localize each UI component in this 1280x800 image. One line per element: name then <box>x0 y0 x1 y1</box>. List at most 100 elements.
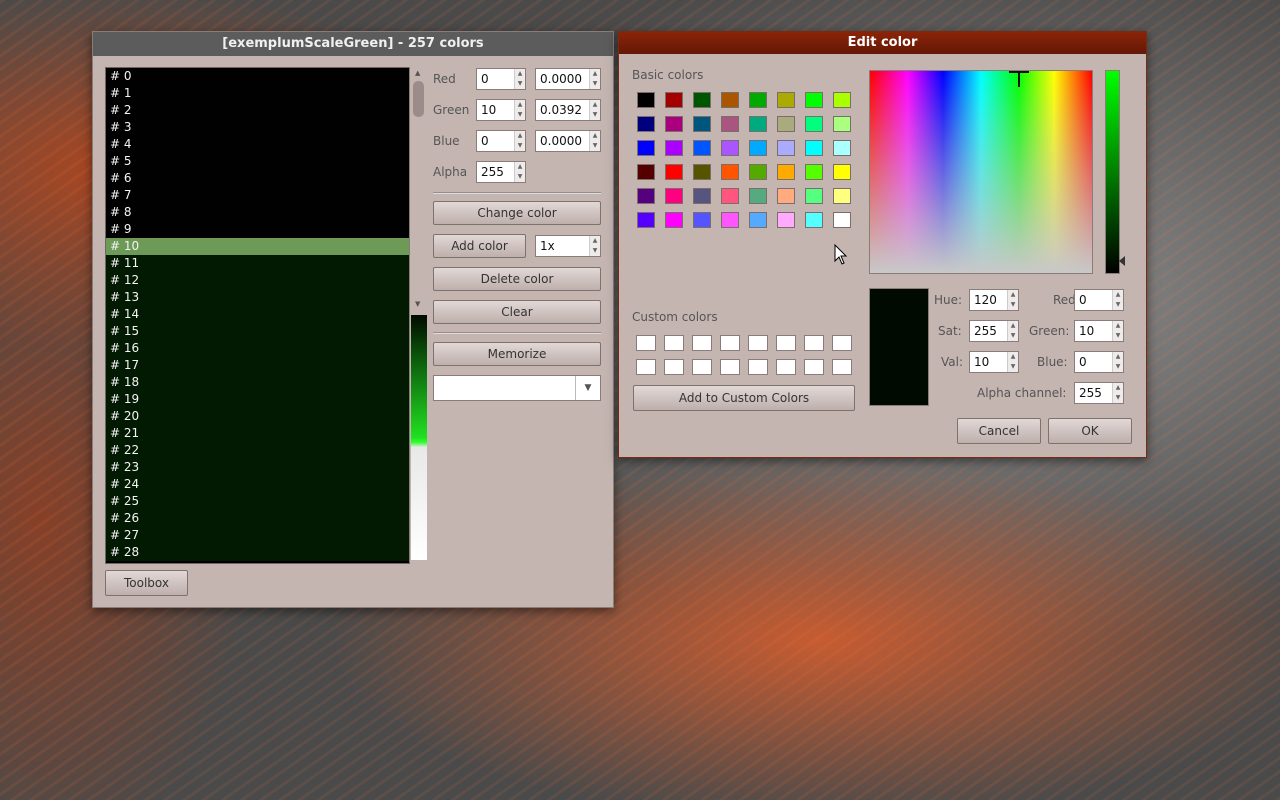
color-list-item[interactable]: # 15 <box>106 323 409 340</box>
basic-color-swatch[interactable] <box>777 92 795 108</box>
color-list-scrollbar[interactable]: ▲ ▼ <box>409 67 428 562</box>
basic-color-swatch[interactable] <box>749 140 767 156</box>
custom-color-slot[interactable] <box>664 359 684 375</box>
spin-arrows-icon[interactable]: ▲ ▼ <box>514 162 525 182</box>
basic-color-swatch[interactable] <box>693 212 711 228</box>
spin-arrows-icon[interactable]: ▲ ▼ <box>1112 321 1123 341</box>
basic-color-swatch[interactable] <box>805 164 823 180</box>
chevron-down-icon[interactable]: ▼ <box>575 376 600 400</box>
basic-color-swatch[interactable] <box>721 116 739 132</box>
spin-arrows-icon[interactable]: ▲ ▼ <box>589 236 600 256</box>
spin-arrows-icon[interactable]: ▲ ▼ <box>514 69 525 89</box>
basic-color-swatch[interactable] <box>833 164 851 180</box>
color-list-item[interactable]: # 6 <box>106 170 409 187</box>
basic-color-swatch[interactable] <box>665 116 683 132</box>
basic-color-swatch[interactable] <box>693 164 711 180</box>
basic-color-swatch[interactable] <box>721 140 739 156</box>
basic-color-swatch[interactable] <box>665 164 683 180</box>
basic-color-swatch[interactable] <box>693 188 711 204</box>
color-list-item[interactable]: # 8 <box>106 204 409 221</box>
scroll-up-icon[interactable]: ▲ <box>415 69 420 77</box>
color-list-item[interactable]: # 21 <box>106 425 409 442</box>
color-list-item[interactable]: # 28 <box>106 544 409 561</box>
alpha-channel-spinbox[interactable]: 255 ▲ ▼ <box>1074 382 1124 404</box>
hue-saturation-picker[interactable] <box>869 70 1093 274</box>
basic-color-swatch[interactable] <box>693 140 711 156</box>
blue-spinbox[interactable]: 0 ▲ ▼ <box>476 130 526 152</box>
red-spinbox[interactable]: 0 ▲ ▼ <box>476 68 526 90</box>
green-spinbox[interactable]: 10 ▲ ▼ <box>476 99 526 121</box>
basic-color-swatch[interactable] <box>637 188 655 204</box>
color-list-item[interactable]: # 9 <box>106 221 409 238</box>
dialog-red-spinbox[interactable]: 0 ▲ ▼ <box>1074 289 1124 311</box>
color-list-item[interactable]: # 26 <box>106 510 409 527</box>
basic-color-swatch[interactable] <box>693 116 711 132</box>
basic-color-swatch[interactable] <box>777 140 795 156</box>
basic-color-swatch[interactable] <box>693 92 711 108</box>
color-list-item[interactable]: # 4 <box>106 136 409 153</box>
basic-color-swatch[interactable] <box>749 188 767 204</box>
val-spinbox[interactable]: 10 ▲ ▼ <box>969 351 1019 373</box>
color-list-item[interactable]: # 25 <box>106 493 409 510</box>
basic-color-swatch[interactable] <box>749 92 767 108</box>
color-list-item[interactable]: # 27 <box>106 527 409 544</box>
custom-color-slot[interactable] <box>804 335 824 351</box>
basic-color-swatch[interactable] <box>637 140 655 156</box>
value-slider-handle-icon[interactable] <box>1119 256 1125 266</box>
spin-arrows-icon[interactable]: ▲ ▼ <box>514 131 525 151</box>
color-list-item[interactable]: # 0 <box>106 68 409 85</box>
color-list-item[interactable]: # 17 <box>106 357 409 374</box>
basic-color-swatch[interactable] <box>637 164 655 180</box>
custom-color-slot[interactable] <box>692 335 712 351</box>
custom-color-slot[interactable] <box>636 359 656 375</box>
scroll-down-icon[interactable]: ▼ <box>415 300 420 308</box>
green-float-spinbox[interactable]: 0.0392 ▲ ▼ <box>535 99 601 121</box>
basic-color-swatch[interactable] <box>665 92 683 108</box>
basic-color-swatch[interactable] <box>777 164 795 180</box>
basic-color-swatch[interactable] <box>805 140 823 156</box>
basic-color-swatch[interactable] <box>721 92 739 108</box>
basic-color-swatch[interactable] <box>833 140 851 156</box>
basic-color-swatch[interactable] <box>777 212 795 228</box>
hue-spinbox[interactable]: 120 ▲ ▼ <box>969 289 1019 311</box>
toolbox-button[interactable]: Toolbox <box>105 570 188 596</box>
alpha-spinbox[interactable]: 255 ▲ ▼ <box>476 161 526 183</box>
add-color-button[interactable]: Add color <box>433 234 526 258</box>
basic-color-swatch[interactable] <box>749 164 767 180</box>
basic-color-swatch[interactable] <box>833 92 851 108</box>
change-color-button[interactable]: Change color <box>433 201 601 225</box>
basic-color-swatch[interactable] <box>721 188 739 204</box>
basic-color-swatch[interactable] <box>833 188 851 204</box>
spin-arrows-icon[interactable]: ▲ ▼ <box>589 131 600 151</box>
spin-arrows-icon[interactable]: ▲ ▼ <box>1007 321 1018 341</box>
custom-color-slot[interactable] <box>692 359 712 375</box>
custom-color-slot[interactable] <box>776 335 796 351</box>
red-float-spinbox[interactable]: 0.0000 ▲ ▼ <box>535 68 601 90</box>
basic-color-swatch[interactable] <box>637 212 655 228</box>
color-list-item[interactable]: # 18 <box>106 374 409 391</box>
color-list[interactable]: # 0 # 1 # 2 # 3 # 4 # 5 # 6 # 7 # 8 # 9 # 10 # 11 # … <box>105 67 410 564</box>
blue-float-spinbox[interactable]: 0.0000 ▲ ▼ <box>535 130 601 152</box>
dialog-blue-spinbox[interactable]: 0 ▲ ▼ <box>1074 351 1124 373</box>
spin-arrows-icon[interactable]: ▲ ▼ <box>1112 352 1123 372</box>
custom-color-slot[interactable] <box>804 359 824 375</box>
color-list-item[interactable]: # 7 <box>106 187 409 204</box>
cancel-button[interactable]: Cancel <box>957 418 1041 444</box>
color-list-item[interactable]: # 22 <box>106 442 409 459</box>
custom-color-slot[interactable] <box>776 359 796 375</box>
color-list-item[interactable]: # 20 <box>106 408 409 425</box>
basic-color-swatch[interactable] <box>805 188 823 204</box>
custom-color-slot[interactable] <box>748 359 768 375</box>
delete-color-button[interactable]: Delete color <box>433 267 601 291</box>
basic-color-swatch[interactable] <box>749 116 767 132</box>
value-slider[interactable] <box>1105 70 1120 274</box>
clear-button[interactable]: Clear <box>433 300 601 324</box>
sat-spinbox[interactable]: 255 ▲ ▼ <box>969 320 1019 342</box>
basic-color-swatch[interactable] <box>637 116 655 132</box>
custom-color-slot[interactable] <box>832 335 852 351</box>
basic-color-swatch[interactable] <box>749 212 767 228</box>
basic-color-swatch[interactable] <box>805 116 823 132</box>
basic-color-swatch[interactable] <box>777 116 795 132</box>
spin-arrows-icon[interactable]: ▲ ▼ <box>589 100 600 120</box>
basic-color-swatch[interactable] <box>665 188 683 204</box>
